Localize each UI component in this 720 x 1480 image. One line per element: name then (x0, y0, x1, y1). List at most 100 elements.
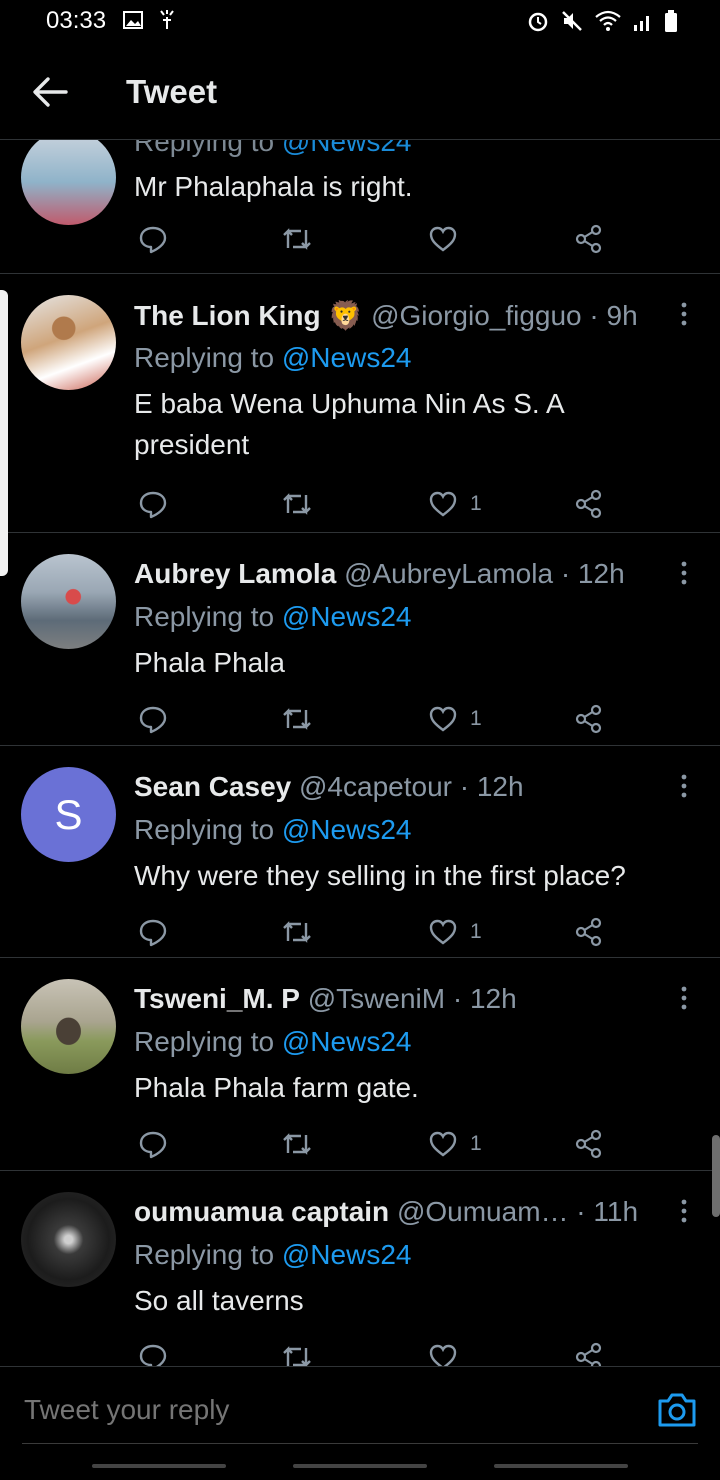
avatar[interactable] (21, 554, 116, 649)
more-options-icon[interactable] (676, 1198, 692, 1224)
mention-link[interactable]: @News24 (282, 601, 412, 632)
share-icon (575, 917, 602, 947)
gallery-icon (123, 11, 143, 29)
reply-icon (139, 1344, 167, 1366)
handle-time: @Oumuam… · 11h (396, 1196, 639, 1227)
share-button[interactable] (574, 915, 604, 949)
replying-to: Replying to @News24 (134, 814, 412, 845)
handle-time: @AubreyLamola · 12h (344, 558, 625, 589)
reply-input[interactable] (22, 1393, 626, 1427)
tweet-item[interactable]: oumuamua captain @Oumuam… · 11h Replying… (0, 1170, 720, 1366)
tweet-actions: 1 (134, 915, 614, 949)
display-name[interactable]: Tsweni_M. P (134, 983, 300, 1014)
share-button[interactable] (574, 487, 604, 521)
nav-recent-button[interactable] (92, 1464, 226, 1468)
retweet-button[interactable] (281, 702, 313, 736)
back-arrow-icon[interactable] (30, 74, 70, 110)
share-button[interactable] (574, 222, 604, 256)
heart-icon (429, 1131, 457, 1157)
like-button[interactable] (428, 222, 470, 256)
like-button[interactable]: 1 (428, 487, 482, 521)
mention-link[interactable]: @News24 (282, 1026, 412, 1057)
more-options-icon[interactable] (676, 985, 692, 1011)
edge-panel-handle[interactable] (0, 290, 8, 576)
more-options-icon[interactable] (676, 301, 692, 327)
tweet-actions: 1 (134, 702, 614, 736)
display-name[interactable]: Aubrey Lamola (134, 558, 336, 589)
reply-button[interactable] (138, 702, 168, 736)
display-name[interactable]: oumuamua captain (134, 1196, 389, 1227)
mention-link[interactable]: @News24 (282, 814, 412, 845)
avatar[interactable] (21, 979, 116, 1074)
reply-button[interactable] (138, 1127, 168, 1161)
tweet-text: Phala Phala (134, 647, 286, 678)
avatar[interactable] (21, 140, 116, 225)
tweet-item[interactable]: S Sean Casey @4capetour · 12h Replying t… (0, 745, 720, 958)
share-button[interactable] (574, 1340, 604, 1366)
camera-icon[interactable] (656, 1389, 698, 1429)
more-options-icon[interactable] (676, 773, 692, 799)
avatar-letter: S (54, 790, 83, 838)
avatar[interactable] (21, 295, 116, 390)
reply-composer (0, 1366, 720, 1445)
torch-icon (160, 10, 174, 29)
mention-link[interactable]: @News24 (282, 1239, 412, 1270)
tweet-actions: 1 (134, 487, 614, 521)
like-button[interactable]: 1 (428, 702, 482, 736)
more-options-icon[interactable] (676, 560, 692, 586)
mention-link[interactable]: @News24 (282, 342, 412, 373)
retweet-button[interactable] (281, 487, 313, 521)
tweet-header: oumuamua captain @Oumuam… · 11h (134, 1196, 656, 1228)
tweet-item[interactable]: Aubrey Lamola @AubreyLamola · 12h Replyi… (0, 532, 720, 746)
nav-back-button[interactable] (494, 1464, 628, 1468)
tweet-text: Why were they selling in the first place… (134, 860, 626, 891)
heart-icon (429, 706, 457, 732)
like-count: 1 (470, 492, 482, 515)
retweet-button[interactable] (281, 915, 313, 949)
display-name[interactable]: The Lion King (134, 300, 321, 331)
tweet-item[interactable]: The Lion King 🦁 @Giorgio_figguo · 9h Rep… (0, 273, 720, 533)
mention-link[interactable]: @News24 (282, 140, 412, 157)
heart-icon (429, 491, 457, 517)
nav-home-button[interactable] (293, 1464, 427, 1468)
reply-button[interactable] (138, 915, 168, 949)
replying-to: Replying to @News24 (134, 1026, 412, 1057)
tweet-item[interactable]: Tsweni_M. P @TsweniM · 12h Replying to @… (0, 957, 720, 1171)
tweet-header: Aubrey Lamola @AubreyLamola · 12h (134, 558, 664, 590)
retweet-icon (283, 1133, 311, 1155)
tweet-header: The Lion King 🦁 @Giorgio_figguo · 9h (134, 299, 664, 332)
scrollbar[interactable] (712, 1135, 720, 1217)
share-icon (575, 1129, 602, 1159)
tweet-actions (134, 222, 614, 256)
share-icon (575, 224, 602, 254)
reply-button[interactable] (138, 1340, 168, 1366)
like-button[interactable] (428, 1340, 470, 1366)
share-button[interactable] (574, 702, 604, 736)
replying-to: Replying to @News24 (134, 1239, 412, 1270)
retweet-button[interactable] (281, 1127, 313, 1161)
retweet-button[interactable] (281, 1340, 313, 1366)
like-button[interactable]: 1 (428, 915, 482, 949)
retweet-icon (283, 708, 311, 730)
share-button[interactable] (574, 1127, 604, 1161)
heart-icon (429, 919, 457, 945)
like-count: 1 (470, 920, 482, 943)
tweet-item[interactable]: Replying to @News24 Mr Phalaphala is rig… (0, 140, 720, 274)
avatar[interactable]: S (21, 767, 116, 862)
display-name[interactable]: Sean Casey (134, 771, 291, 802)
retweet-icon (283, 921, 311, 943)
reply-button[interactable] (138, 222, 168, 256)
replies-feed[interactable]: Replying to @News24 Mr Phalaphala is rig… (0, 140, 720, 1366)
like-count: 1 (470, 1132, 482, 1155)
tweet-header: Tsweni_M. P @TsweniM · 12h (134, 983, 664, 1015)
tweet-text: Mr Phalaphala is right. (134, 171, 413, 202)
status-bar: 03:33 (0, 0, 720, 44)
mute-icon (562, 11, 582, 31)
app-bar: Tweet (0, 44, 720, 140)
reply-button[interactable] (138, 487, 168, 521)
share-icon (575, 489, 602, 519)
retweet-icon (283, 228, 311, 250)
avatar[interactable] (21, 1192, 116, 1287)
retweet-button[interactable] (281, 222, 313, 256)
like-button[interactable]: 1 (428, 1127, 482, 1161)
